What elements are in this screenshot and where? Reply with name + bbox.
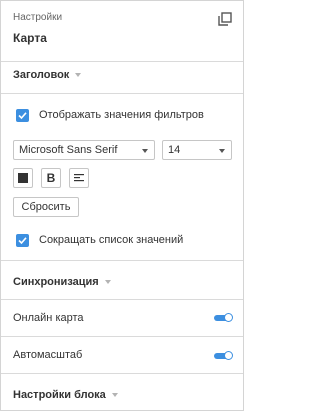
font-family-value: Microsoft Sans Serif xyxy=(19,144,118,156)
divider xyxy=(1,336,243,337)
show-filter-values-checkbox[interactable] xyxy=(16,109,29,122)
panel-title: Карта xyxy=(13,31,47,45)
section-block-heading[interactable]: Настройки блока xyxy=(13,389,118,401)
color-square-icon xyxy=(18,173,28,183)
divider xyxy=(1,299,243,300)
chevron-down-icon xyxy=(142,149,148,153)
section-sync-heading[interactable]: Синхронизация xyxy=(13,276,111,288)
divider xyxy=(1,93,243,94)
panel-subtitle: Настройки xyxy=(13,12,63,23)
align-button[interactable] xyxy=(69,168,89,188)
bold-icon: B xyxy=(46,171,56,185)
autoscale-label: Автомасштаб xyxy=(13,349,83,361)
shorten-values-checkbox[interactable] xyxy=(16,234,29,247)
text-color-button[interactable] xyxy=(13,168,33,188)
divider xyxy=(1,373,243,374)
chevron-down-icon xyxy=(111,393,118,397)
section-block-label: Настройки блока xyxy=(13,389,106,401)
show-filter-values-label: Отображать значения фильтров xyxy=(39,109,204,121)
shorten-values-label: Сокращать список значений xyxy=(39,234,184,246)
divider xyxy=(1,260,243,261)
chevron-down-icon xyxy=(75,73,82,77)
bold-button[interactable]: B xyxy=(41,168,61,188)
popout-icon[interactable] xyxy=(218,12,232,26)
align-left-icon xyxy=(74,174,84,182)
font-size-select[interactable]: 14 xyxy=(162,140,232,160)
section-header-heading[interactable]: Заголовок xyxy=(13,69,82,81)
reset-button[interactable]: Сбросить xyxy=(13,197,79,217)
online-map-toggle[interactable] xyxy=(214,313,233,322)
panel-header: Настройки Карта xyxy=(1,1,243,61)
chevron-down-icon xyxy=(219,149,225,153)
font-size-value: 14 xyxy=(168,144,181,156)
section-sync-label: Синхронизация xyxy=(13,276,99,288)
settings-panel: Настройки Карта Заголовок Отображать зна… xyxy=(0,0,244,411)
font-family-select[interactable]: Microsoft Sans Serif xyxy=(13,140,155,160)
divider xyxy=(1,61,243,62)
online-map-label: Онлайн карта xyxy=(13,312,84,324)
chevron-down-icon xyxy=(104,280,111,284)
section-header-label: Заголовок xyxy=(13,69,70,81)
autoscale-toggle[interactable] xyxy=(214,351,233,360)
